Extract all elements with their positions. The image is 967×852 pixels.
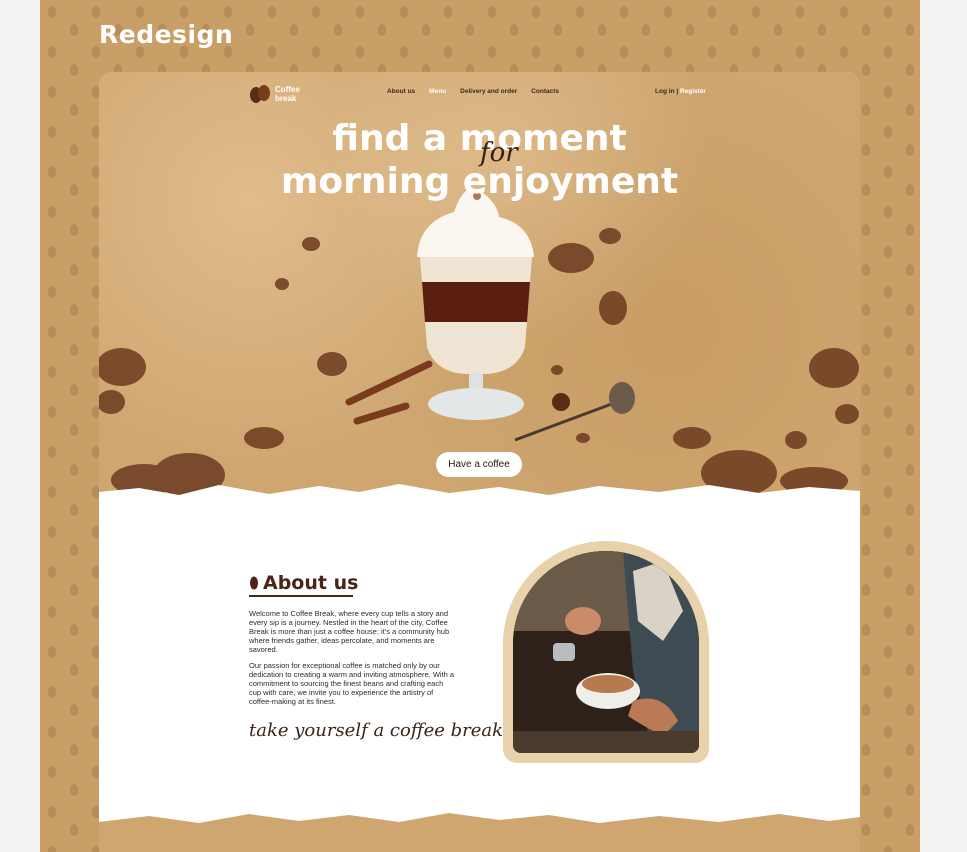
auth-links: Log in | Register	[655, 88, 706, 95]
login-link[interactable]: Log in	[655, 88, 675, 95]
coffee-bean-icon	[99, 348, 146, 386]
nav-delivery[interactable]: Delivery and order	[460, 88, 517, 95]
torn-paper-edge	[99, 484, 860, 510]
coffee-bean-icon	[275, 278, 289, 290]
spoon-icon	[514, 382, 635, 442]
logo-text: Coffee break	[275, 85, 300, 103]
barista-latte-art-image	[513, 551, 699, 753]
board-title: Redesign	[99, 20, 234, 49]
about-underline	[249, 595, 353, 597]
coffee-bean-icon	[317, 352, 347, 376]
hero-section: Coffee break About us Menu Delivery and …	[99, 72, 860, 502]
auth-separator: |	[676, 88, 679, 95]
coffee-bean-icon	[576, 433, 590, 443]
register-link[interactable]: Register	[680, 88, 706, 95]
about-title: About us	[263, 572, 359, 594]
about-tagline: take yourself a coffee break.	[249, 720, 509, 741]
coffee-bean-icon	[99, 390, 125, 414]
coffee-bean-icon	[250, 576, 258, 590]
main-nav: About us Menu Delivery and order Contact…	[387, 88, 559, 95]
coffee-bean-icon	[785, 431, 807, 449]
logo-line2: break	[275, 94, 297, 103]
about-paragraph-2: Our passion for exceptional coffee is ma…	[249, 661, 455, 706]
website-page: Coffee break About us Menu Delivery and …	[99, 72, 860, 852]
coffee-bean-icon	[673, 427, 711, 449]
coffee-bean-icon	[548, 243, 594, 273]
coffee-bean-icon	[551, 365, 563, 375]
coffee-bean-icon	[599, 291, 627, 325]
coffee-bean-icon	[244, 427, 284, 449]
about-heading: About us	[249, 572, 358, 594]
about-paragraph-1: Welcome to Coffee Break, where every cup…	[249, 609, 450, 654]
coffee-bean-icon	[599, 228, 621, 244]
star-anise-icon	[552, 393, 570, 411]
presentation-board: Redesign Coffee break About us Menu Deli…	[40, 0, 920, 852]
coffee-bean-icon	[835, 404, 859, 424]
nav-contacts[interactable]: Contacts	[531, 88, 559, 95]
nav-about-us[interactable]: About us	[387, 88, 415, 95]
brand-logo[interactable]: Coffee break	[249, 84, 300, 104]
coffee-bean-icon	[250, 85, 270, 103]
logo-line1: Coffee	[275, 85, 300, 94]
hero-title-line2: morning enjoyment	[280, 161, 679, 202]
have-a-coffee-button[interactable]: Have a coffee	[436, 452, 522, 477]
coffee-bean-icon	[809, 348, 859, 388]
coffee-bean-icon	[302, 237, 320, 251]
bottom-kraft-strip	[99, 813, 860, 852]
barista-photo	[513, 551, 699, 753]
dessert-glass-illustration	[417, 188, 534, 420]
cinnamon-sticks	[345, 360, 433, 425]
nav-menu[interactable]: Menu	[429, 88, 446, 95]
